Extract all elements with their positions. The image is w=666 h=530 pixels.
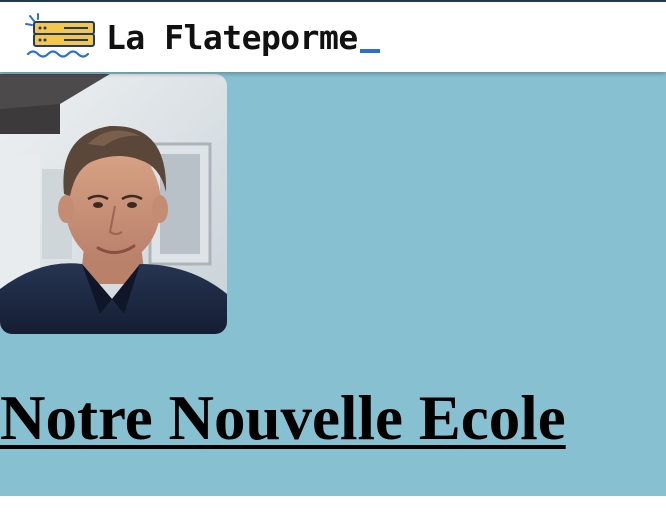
server-rack-waves-icon bbox=[24, 12, 100, 62]
page: La Flateporme Notre Nouvelle Ecole bbox=[0, 0, 666, 530]
home-logo-link[interactable]: La Flateporme bbox=[24, 12, 380, 62]
hero-section: Notre Nouvelle Ecole bbox=[0, 72, 666, 496]
brand-name: La Flateporme bbox=[106, 18, 380, 57]
page-bottom-strip bbox=[0, 496, 666, 530]
portrait-photo bbox=[0, 74, 227, 334]
page-title: Notre Nouvelle Ecole bbox=[0, 383, 566, 453]
cursor-underscore bbox=[359, 48, 380, 53]
site-header: La Flateporme bbox=[0, 0, 666, 72]
